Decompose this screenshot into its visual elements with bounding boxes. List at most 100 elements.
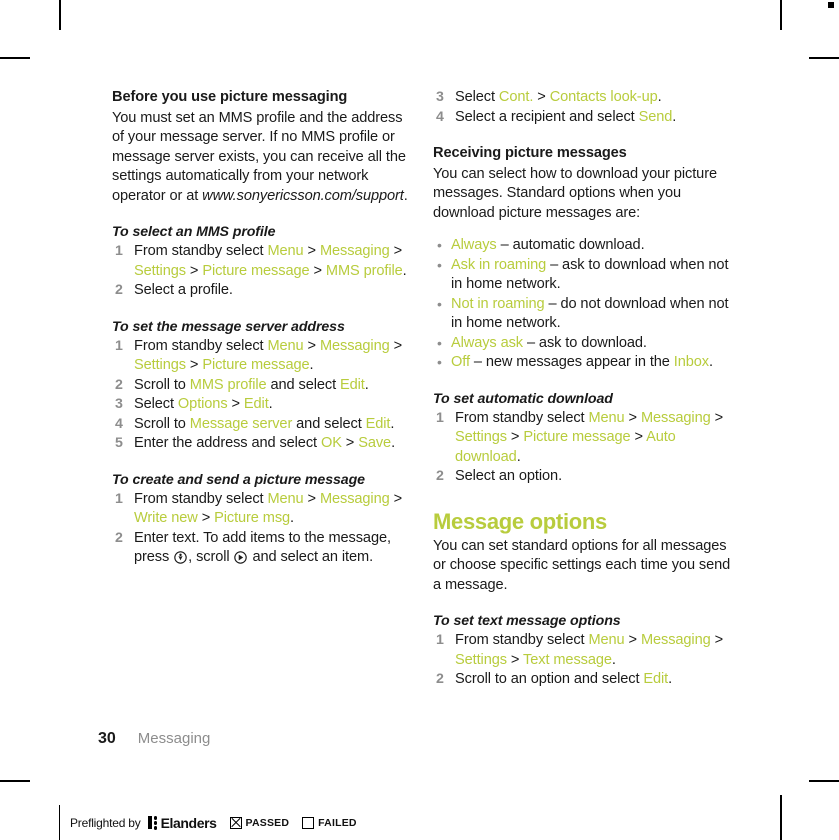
ui-path-item: Edit xyxy=(643,671,669,687)
step-text: From standby select xyxy=(134,337,268,354)
download-options-list: Always – automatic download. Ask in roam… xyxy=(433,236,732,373)
option-description: – ask to download. xyxy=(523,334,647,351)
ui-path-item: Settings xyxy=(455,651,507,668)
crop-mark-top-left-horizontal xyxy=(0,57,30,59)
ui-path-item: Edit xyxy=(243,396,269,412)
path-separator: > xyxy=(393,490,403,507)
option-name: Off xyxy=(451,354,470,370)
path-separator: > xyxy=(189,357,199,373)
intro-text-end: . xyxy=(403,187,408,204)
step-item: From standby select Menu > Messaging > S… xyxy=(433,409,732,468)
page-number: 30 xyxy=(98,730,116,747)
step-item: Select a recipient and select Send. xyxy=(433,108,732,128)
step-text-end: . xyxy=(516,448,521,465)
step-text: , scroll xyxy=(188,549,234,565)
step-text: Scroll to xyxy=(134,415,190,432)
step-item: Select Options > Edit. xyxy=(112,395,411,415)
option-description: – automatic download. xyxy=(496,237,645,253)
receiving-heading: Receiving picture messages xyxy=(433,145,627,161)
step-item: Enter text. To add items to the message,… xyxy=(112,529,411,568)
step-text: Scroll to an option and select xyxy=(455,671,644,687)
ui-path-item: MMS profile xyxy=(325,262,403,279)
option-target: Inbox xyxy=(673,354,709,370)
list-item: Not in roaming – do not download when no… xyxy=(433,295,732,334)
ui-path-item: Messaging xyxy=(640,409,711,426)
ui-path-item: Menu xyxy=(267,490,304,507)
chapter-name: Messaging xyxy=(137,730,211,747)
ui-path-item: Options xyxy=(177,396,228,412)
preflight-label: Preflighted by xyxy=(70,815,141,830)
navigation-key-select-icon xyxy=(174,551,187,564)
list-item: Ask in roaming – ask to download when no… xyxy=(433,256,732,295)
right-column: Select Cont. > Contacts look-up. Select … xyxy=(433,88,732,690)
option-name: Not in roaming xyxy=(451,295,545,312)
elanders-wordmark: Elanders xyxy=(160,814,217,831)
ui-path-item: Text message xyxy=(523,651,612,668)
crop-mark-bottom-right-horizontal xyxy=(809,780,839,782)
step-text: From standby select xyxy=(134,243,268,259)
ui-path-item: Messaging xyxy=(319,243,390,259)
step-item: From standby select Menu > Messaging > S… xyxy=(112,242,411,281)
procedure-title-select-mms-profile: To select an MMS profile xyxy=(112,224,276,240)
path-separator: > xyxy=(313,262,322,279)
step-item: Select Cont. > Contacts look-up. xyxy=(433,88,732,108)
ui-path-item: Messaging xyxy=(319,337,390,354)
failed-label: FAILED xyxy=(318,816,357,829)
ui-path-item: Menu xyxy=(267,337,304,354)
intro-paragraph: You must set an MMS profile and the addr… xyxy=(112,109,411,207)
ui-path-item: Menu xyxy=(267,243,304,259)
path-separator: > xyxy=(714,409,724,426)
unchecked-checkbox-icon xyxy=(302,816,315,829)
procedure-steps-text-message-options: From standby select Menu > Messaging > S… xyxy=(433,631,732,690)
ui-path-item: Send xyxy=(638,108,673,125)
step-item: Scroll to an option and select Edit. xyxy=(433,670,732,690)
step-text-end: . xyxy=(309,357,314,373)
ui-path-item: Settings xyxy=(455,429,507,445)
path-separator: > xyxy=(189,262,199,279)
path-separator: > xyxy=(714,632,724,648)
step-text-end: . xyxy=(290,510,295,526)
path-separator: > xyxy=(307,337,317,354)
step-text-end: and select an item. xyxy=(248,549,374,565)
list-item: Always – automatic download. xyxy=(433,236,732,256)
path-separator: > xyxy=(307,243,317,259)
step-text: and select xyxy=(266,376,340,393)
step-text: From standby select xyxy=(455,632,589,648)
path-separator: > xyxy=(201,510,211,526)
path-separator: > xyxy=(628,409,638,426)
procedure-steps-message-server-address: From standby select Menu > Messaging > S… xyxy=(112,337,411,454)
crop-mark-top-left-vertical xyxy=(59,0,61,30)
step-text: Select a recipient and select xyxy=(455,108,639,125)
ui-path-item: Save xyxy=(358,435,392,451)
step-text: Scroll to xyxy=(134,376,190,393)
step-text-end: . xyxy=(402,262,407,279)
step-text-end: . xyxy=(657,89,662,105)
step-item: Scroll to MMS profile and select Edit. xyxy=(112,376,411,396)
step-text-end: . xyxy=(268,396,273,412)
procedure-steps-auto-download: From standby select Menu > Messaging > S… xyxy=(433,409,732,487)
step-text: Select xyxy=(134,396,178,412)
intro-heading: Before you use picture messaging xyxy=(112,89,348,105)
step-item: Scroll to Message server and select Edit… xyxy=(112,415,411,435)
option-description: – new messages appear in the xyxy=(469,354,674,370)
ui-path-item: Menu xyxy=(588,632,625,648)
step-text: Enter the address and select xyxy=(134,435,321,451)
step-text: Select xyxy=(455,89,499,105)
procedure-title-message-server-address: To set the message server address xyxy=(112,318,345,335)
elanders-logo-mark xyxy=(147,816,158,830)
step-item: Select an option. xyxy=(436,467,563,486)
ui-path-item: OK xyxy=(320,435,342,451)
step-item: From standby select Menu > Messaging > S… xyxy=(112,337,411,376)
ui-path-item: Edit xyxy=(339,376,365,393)
preflight-stamp: Preflighted by Elanders PASSED FAILED xyxy=(59,805,357,840)
ui-path-item: Picture message xyxy=(202,262,310,279)
crop-mark-bottom-left-horizontal xyxy=(0,780,30,782)
page-footer: 30 Messaging xyxy=(98,730,210,748)
preflight-passed: PASSED xyxy=(229,816,290,829)
ui-path-item: Picture msg xyxy=(214,510,291,526)
ui-path-item: Cont. xyxy=(498,89,534,105)
ui-path-item: Message server xyxy=(189,415,293,432)
ui-path-item: Picture message xyxy=(523,429,631,445)
procedure-steps-create-send-picture-continued: Select Cont. > Contacts look-up. Select … xyxy=(433,88,732,127)
step-text-end: . xyxy=(672,108,677,125)
